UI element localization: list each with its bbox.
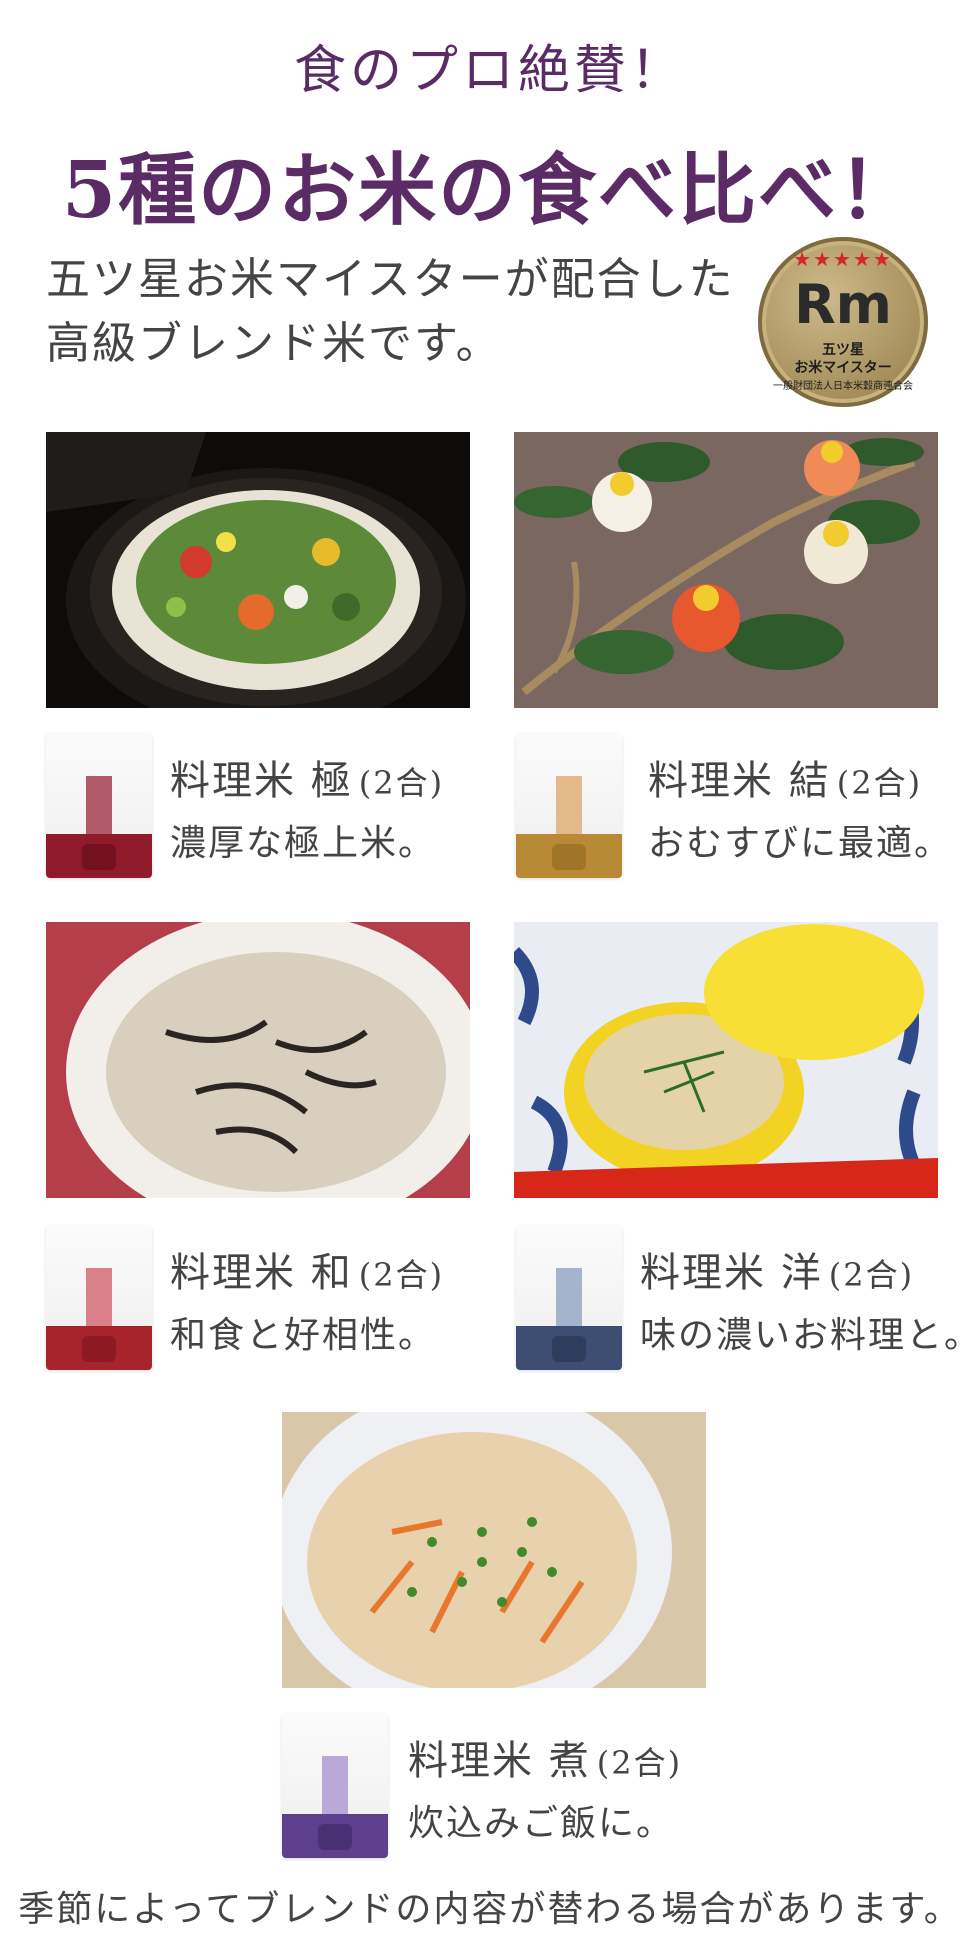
product-desc-yui: おむすびに最適。 [648, 823, 953, 864]
rice-bag-ni [282, 1714, 388, 1858]
rice-bag-yui [516, 734, 622, 878]
badge-line-2: お米マイスター [794, 360, 892, 376]
product-name-ni: 料理米 煮 (2合) [408, 1738, 683, 1784]
product-photo-kiwami [46, 432, 470, 708]
badge-logo: Rm [794, 273, 892, 336]
rice-bag-wa [46, 1226, 152, 1370]
intro-line-2: 高級ブレンド米です。 [46, 318, 502, 369]
bag-knot [552, 1336, 586, 1362]
bag-knot [82, 1336, 116, 1362]
badge-line-1: 五ツ星 [822, 342, 864, 358]
product-desc-kiwami: 濃厚な極上米。 [170, 823, 437, 864]
badge-ring-text: 一般財団法人日本米穀商連合会 [773, 381, 913, 392]
product-name-wa: 料理米 和 (2合) [170, 1250, 445, 1296]
rice-bag-kiwami [46, 734, 152, 878]
product-desc-ni: 炊込みご飯に。 [408, 1803, 675, 1844]
intro-line-1: 五ツ星お米マイスターが配合した [46, 254, 735, 305]
bag-label [322, 1756, 348, 1814]
page-subtitle: 食のプロ絶賛！ [293, 41, 686, 101]
rice-meister-badge: ★★★★★ Rm 五ツ星 お米マイスター 一般財団法人日本米穀商連合会 [758, 237, 928, 407]
product-photo-you [514, 922, 938, 1198]
bag-label [556, 1268, 582, 1326]
product-name-you: 料理米 洋 (2合) [640, 1250, 915, 1296]
bag-knot [82, 844, 116, 870]
rice-bag-you [516, 1226, 622, 1370]
intro-text: 五ツ星お米マイスターが配合した 高級ブレンド米です。 [46, 248, 766, 376]
bag-label [86, 776, 112, 834]
product-desc-you: 味の濃いお料理と。 [640, 1315, 980, 1356]
footer-note: 季節によってブレンドの内容が替わる場合があります。 [18, 1889, 962, 1930]
page-title: 5種のお米の食べ比べ！ [61, 145, 919, 236]
bag-label [556, 776, 582, 834]
product-photo-ni [282, 1412, 706, 1688]
product-photo-yui [514, 432, 938, 708]
bag-knot [552, 844, 586, 870]
product-name-yui: 料理米 結 (2合) [648, 758, 923, 804]
badge-stars: ★★★★★ [793, 247, 893, 271]
bag-label [86, 1268, 112, 1326]
product-desc-wa: 和食と好相性。 [170, 1315, 437, 1356]
product-photo-wa [46, 922, 470, 1198]
bag-knot [318, 1824, 352, 1850]
product-name-kiwami: 料理米 極 (2合) [170, 758, 445, 804]
